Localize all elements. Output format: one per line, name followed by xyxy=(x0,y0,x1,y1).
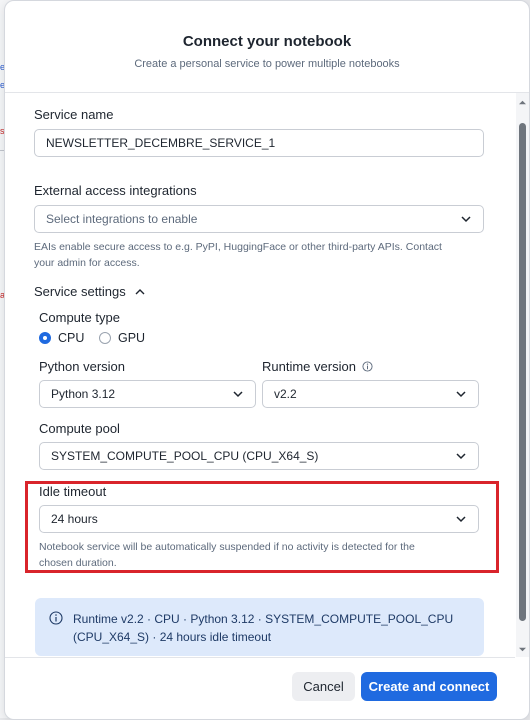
header-divider xyxy=(5,92,529,93)
help-line: your admin for access. xyxy=(34,257,140,269)
chevron-down-icon xyxy=(456,516,466,523)
runtime-version-label-group: Runtime version xyxy=(262,359,373,374)
help-line: Notebook service will be automatically s… xyxy=(39,541,415,553)
info-icon xyxy=(49,611,63,625)
idle-timeout-select[interactable]: 24 hours xyxy=(39,505,479,533)
chevron-down-icon xyxy=(456,453,466,460)
chevron-up-icon xyxy=(135,288,145,294)
chevron-down-icon xyxy=(233,391,243,398)
service-settings-toggle[interactable]: Service settings xyxy=(34,284,146,299)
external-access-label: External access integrations xyxy=(34,183,197,198)
compute-pool-select[interactable]: SYSTEM_COMPUTE_POOL_CPU (CPU_X64_S) xyxy=(39,442,479,470)
scrollbar-thumb[interactable] xyxy=(519,123,526,621)
service-name-label: Service name xyxy=(34,107,114,122)
idle-timeout-help: Notebook service will be automatically s… xyxy=(39,539,415,571)
cancel-button[interactable]: Cancel xyxy=(292,672,355,701)
service-settings-label: Service settings xyxy=(34,284,126,299)
dialog-title: Connect your notebook xyxy=(182,33,352,50)
radio-unselected-indicator xyxy=(99,332,111,344)
compute-pool-value: SYSTEM_COMPUTE_POOL_CPU (CPU_X64_S) xyxy=(51,449,319,463)
summary-line: (CPU_X64_S) · 24 hours idle timeout xyxy=(73,630,272,644)
help-line: chosen duration. xyxy=(39,557,117,569)
help-line: EAIs enable secure access to e.g. PyPI, … xyxy=(34,241,442,253)
compute-type-label: Compute type xyxy=(39,310,120,325)
runtime-version-value: v2.2 xyxy=(274,387,297,401)
runtime-version-select[interactable]: v2.2 xyxy=(262,380,479,408)
service-name-value: NEWSLETTER_DECEMBRE_SERVICE_1 xyxy=(46,136,276,150)
python-version-value: Python 3.12 xyxy=(51,387,116,401)
external-access-select[interactable]: Select integrations to enable xyxy=(34,205,484,233)
dialog-subtitle: Create a personal service to power multi… xyxy=(134,58,400,70)
compute-pool-label: Compute pool xyxy=(39,421,120,436)
radio-gpu-label: GPU xyxy=(118,331,146,345)
footer-divider xyxy=(5,657,515,658)
summary-line: Runtime v2.2 · CPU · Python 3.12 · SYSTE… xyxy=(73,612,454,626)
idle-timeout-label: Idle timeout xyxy=(39,484,107,499)
radio-cpu[interactable]: CPU xyxy=(39,331,84,345)
scroll-up-arrow-icon[interactable] xyxy=(519,99,526,106)
python-version-select[interactable]: Python 3.12 xyxy=(39,380,256,408)
service-name-input[interactable]: NEWSLETTER_DECEMBRE_SERVICE_1 xyxy=(34,129,484,157)
external-access-placeholder: Select integrations to enable xyxy=(46,212,198,226)
create-and-connect-button[interactable]: Create and connect xyxy=(361,672,497,701)
connect-notebook-dialog: Connect your notebook Create a personal … xyxy=(4,0,530,720)
external-access-help: EAIs enable secure access to e.g. PyPI, … xyxy=(34,239,442,271)
python-version-label: Python version xyxy=(39,359,125,374)
idle-timeout-value: 24 hours xyxy=(51,512,98,526)
radio-selected-indicator xyxy=(39,332,51,344)
runtime-version-label: Runtime version xyxy=(262,359,356,374)
info-icon[interactable] xyxy=(362,361,373,372)
scroll-down-arrow-icon[interactable] xyxy=(519,646,526,653)
radio-gpu[interactable]: GPU xyxy=(99,331,145,345)
radio-cpu-label: CPU xyxy=(58,331,85,345)
chevron-down-icon xyxy=(456,391,466,398)
chevron-down-icon xyxy=(461,216,471,223)
configuration-summary: Runtime v2.2 · CPU · Python 3.12 · SYSTE… xyxy=(35,598,484,656)
